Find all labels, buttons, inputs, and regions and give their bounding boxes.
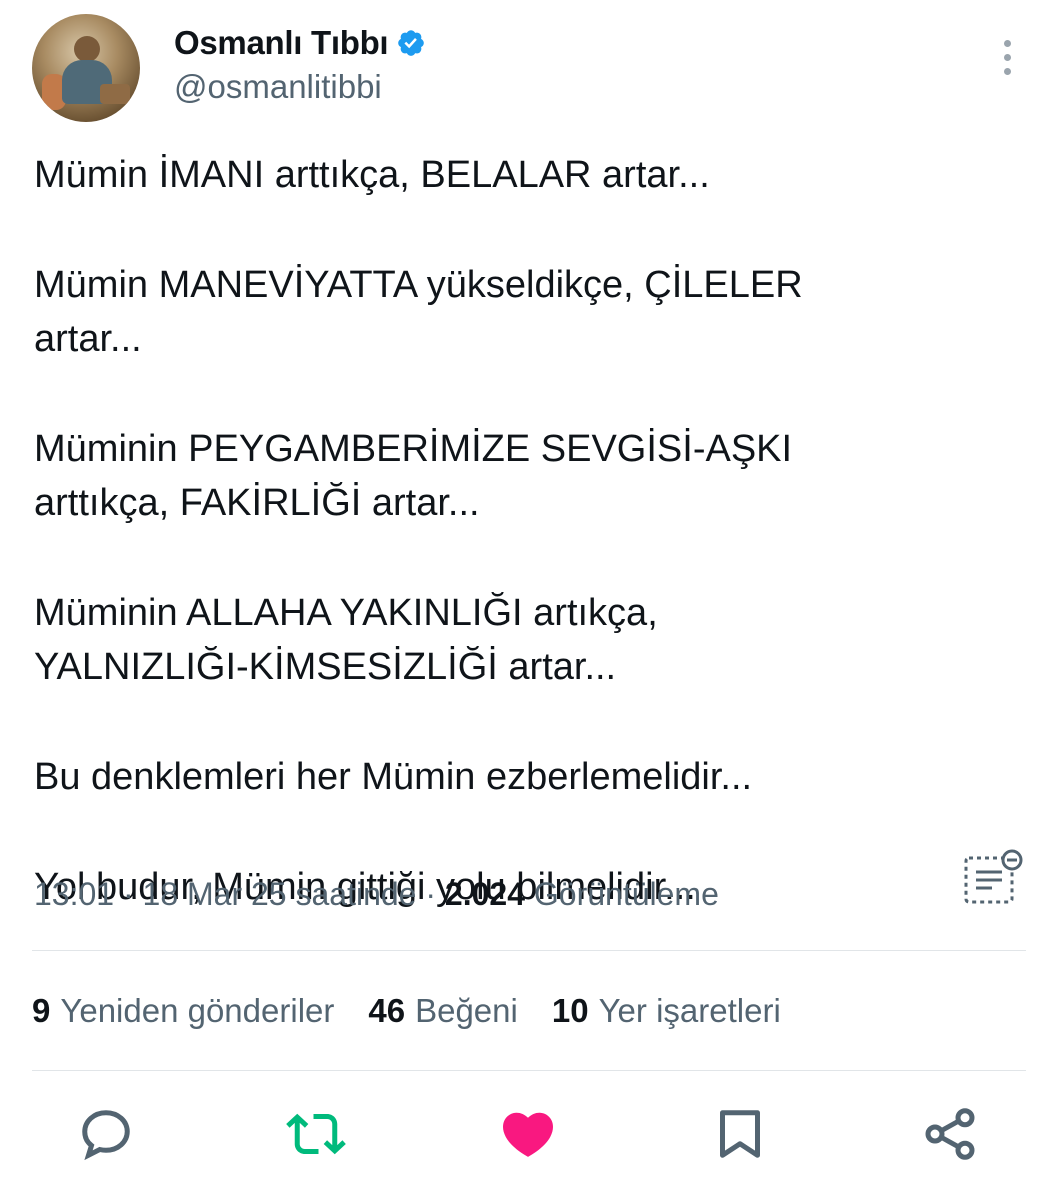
views-count: 2.024 bbox=[444, 876, 525, 912]
meta-separator: · bbox=[122, 876, 143, 912]
bookmarks-stat[interactable]: 10 Yer işaretleri bbox=[552, 992, 781, 1030]
avatar[interactable] bbox=[32, 14, 140, 122]
community-notes-icon[interactable] bbox=[962, 848, 1026, 908]
likes-label: Beğeni bbox=[415, 992, 518, 1029]
action-bar bbox=[0, 1100, 1058, 1170]
reply-icon[interactable] bbox=[76, 1104, 136, 1164]
bookmarks-count: 10 bbox=[551, 992, 589, 1029]
like-icon[interactable] bbox=[498, 1104, 558, 1164]
tweet-paragraph: Müminin PEYGAMBERİMİZE SEVGİSİ-AŞKI artt… bbox=[34, 428, 793, 524]
tweet-text: Mümin İMANI arttıkça, BELALAR artar... M… bbox=[34, 148, 1034, 970]
meta-separator: · bbox=[425, 876, 437, 912]
views-label: Görüntüleme bbox=[533, 876, 719, 912]
tweet-time[interactable]: 13:01 bbox=[34, 876, 114, 912]
more-options-icon[interactable] bbox=[1002, 40, 1012, 80]
tweet-header: Osmanlı Tıbbı @osmanlitibbi bbox=[32, 14, 1026, 124]
likes-count: 46 bbox=[368, 992, 406, 1029]
share-icon[interactable] bbox=[920, 1104, 980, 1164]
retweet-icon[interactable] bbox=[286, 1104, 346, 1164]
tweet-paragraph: Müminin ALLAHA YAKINLIĞI artıkça, YALNIZ… bbox=[34, 592, 658, 688]
divider bbox=[32, 1070, 1026, 1071]
author-name-row[interactable]: Osmanlı Tıbbı bbox=[174, 24, 426, 62]
tweet-paragraph: Mümin MANEVİYATTA yükseldikçe, ÇİLELER a… bbox=[34, 264, 803, 360]
reposts-label: Yeniden gönderiler bbox=[60, 992, 335, 1029]
tweet-meta: 13:01 · 18 Mar 25 saatinde · 2.024 Görün… bbox=[34, 876, 719, 913]
reposts-count: 9 bbox=[32, 992, 51, 1029]
bookmark-icon[interactable] bbox=[710, 1104, 770, 1164]
tweet-paragraph: Mümin İMANI arttıkça, BELALAR artar... bbox=[34, 154, 710, 196]
divider bbox=[32, 950, 1026, 951]
author-name[interactable]: Osmanlı Tıbbı bbox=[174, 24, 389, 62]
tweet-stats: 9 Yeniden gönderiler 46 Beğeni 10 Yer işare… bbox=[32, 992, 815, 1030]
verified-badge-icon bbox=[398, 30, 425, 56]
tweet-paragraph: Bu denklemleri her Mümin ezberlemelidir.… bbox=[34, 756, 753, 798]
tweet-date[interactable]: 18 Mar 25 saatinde bbox=[143, 876, 417, 912]
bookmarks-label: Yer işaretleri bbox=[598, 992, 781, 1029]
reposts-stat[interactable]: 9 Yeniden gönderiler bbox=[32, 992, 334, 1030]
likes-stat[interactable]: 46 Beğeni bbox=[368, 992, 517, 1030]
author-handle[interactable]: @osmanlitibbi bbox=[174, 68, 382, 106]
